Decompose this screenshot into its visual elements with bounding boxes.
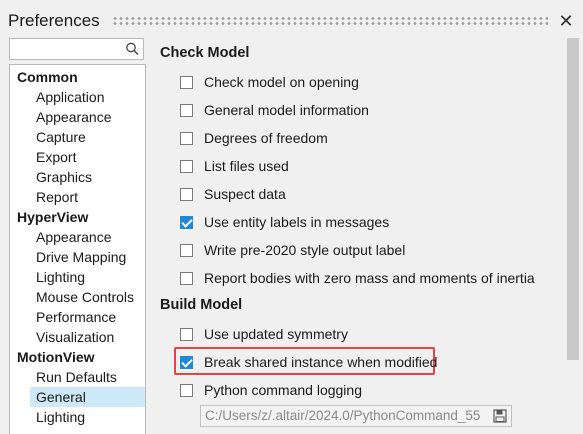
option-label: Break shared instance when modified: [204, 354, 438, 370]
option-label: Suspect data: [204, 186, 286, 202]
checkbox-checked[interactable]: [180, 355, 193, 369]
tree-item-general[interactable]: General: [30, 387, 145, 407]
checkbox[interactable]: [180, 131, 193, 145]
tree-item-performance[interactable]: Performance: [10, 307, 145, 327]
tree-item-visualization[interactable]: Visualization: [10, 327, 145, 347]
option-label: Use updated symmetry: [204, 326, 348, 342]
tree-item-report[interactable]: Report: [10, 187, 145, 207]
checkbox-checked[interactable]: [180, 215, 193, 229]
vertical-scrollbar[interactable]: [567, 38, 579, 360]
python-log-path-value: C:/Users/z/.altair/2024.0/PythonCommand_…: [205, 408, 481, 423]
option-label: Report bodies with zero mass and moments…: [204, 270, 535, 286]
tree-item-capture[interactable]: Capture: [10, 127, 145, 147]
python-log-path-field[interactable]: C:/Users/z/.altair/2024.0/PythonCommand_…: [200, 405, 512, 427]
checkbox[interactable]: [180, 327, 193, 341]
option-use-entity-labels[interactable]: Use entity labels in messages: [180, 212, 389, 232]
preferences-tree: Common Application Appearance Capture Ex…: [9, 64, 146, 434]
option-label: Degrees of freedom: [204, 130, 328, 146]
option-check-model-on-opening[interactable]: Check model on opening: [180, 72, 359, 92]
tree-item-lighting[interactable]: Lighting: [10, 407, 145, 427]
checkbox[interactable]: [180, 103, 193, 117]
tree-item-mouse-controls[interactable]: Mouse Controls: [10, 287, 145, 307]
tree-item-graphics[interactable]: Graphics: [10, 167, 145, 187]
close-icon[interactable]: ✕: [557, 11, 575, 31]
option-label: General model information: [204, 102, 369, 118]
checkbox[interactable]: [180, 187, 193, 201]
checkbox[interactable]: [180, 75, 193, 89]
option-label: Write pre-2020 style output label: [204, 242, 406, 258]
option-label: Check model on opening: [204, 74, 359, 90]
option-report-zero-mass-bodies[interactable]: Report bodies with zero mass and moments…: [180, 268, 535, 288]
option-label: List files used: [204, 158, 289, 174]
option-label: Python command logging: [204, 382, 362, 398]
tree-item-lighting[interactable]: Lighting: [10, 267, 145, 287]
drag-handle[interactable]: [112, 16, 548, 26]
checkbox[interactable]: [180, 243, 193, 257]
window-title: Preferences: [8, 11, 100, 30]
option-label: Use entity labels in messages: [204, 214, 390, 230]
tree-group-hyperview[interactable]: HyperView: [10, 207, 145, 227]
option-degrees-of-freedom[interactable]: Degrees of freedom: [180, 128, 328, 148]
option-use-updated-symmetry[interactable]: Use updated symmetry: [180, 324, 348, 344]
tree-item-appearance[interactable]: Appearance: [10, 107, 145, 127]
save-icon[interactable]: [493, 409, 507, 423]
tree-item-drive-mapping[interactable]: Drive Mapping: [10, 247, 145, 267]
checkbox[interactable]: [180, 271, 193, 285]
tree-item-export[interactable]: Export: [10, 147, 145, 167]
tree-item-appearance[interactable]: Appearance: [10, 227, 145, 247]
checkbox[interactable]: [180, 383, 193, 397]
tree-item-run-defaults[interactable]: Run Defaults: [10, 367, 145, 387]
option-python-command-logging[interactable]: Python command logging: [180, 380, 362, 400]
search-icon[interactable]: [125, 41, 139, 57]
title-bar: Preferences ✕: [0, 0, 583, 38]
build-model-heading: Build Model: [160, 297, 243, 313]
option-break-shared-instance[interactable]: Break shared instance when modified: [180, 352, 437, 372]
tree-item-application[interactable]: Application: [10, 87, 145, 107]
option-general-model-information[interactable]: General model information: [180, 100, 369, 120]
tree-group-common[interactable]: Common: [10, 67, 145, 87]
search-input[interactable]: [12, 40, 122, 58]
checkbox[interactable]: [180, 159, 193, 173]
tree-group-motionview[interactable]: MotionView: [10, 347, 145, 367]
search-box[interactable]: [9, 38, 144, 60]
option-suspect-data[interactable]: Suspect data: [180, 184, 286, 204]
check-model-heading: Check Model: [160, 45, 250, 61]
option-write-pre-2020-output-label[interactable]: Write pre-2020 style output label: [180, 240, 405, 260]
option-list-files-used[interactable]: List files used: [180, 156, 289, 176]
